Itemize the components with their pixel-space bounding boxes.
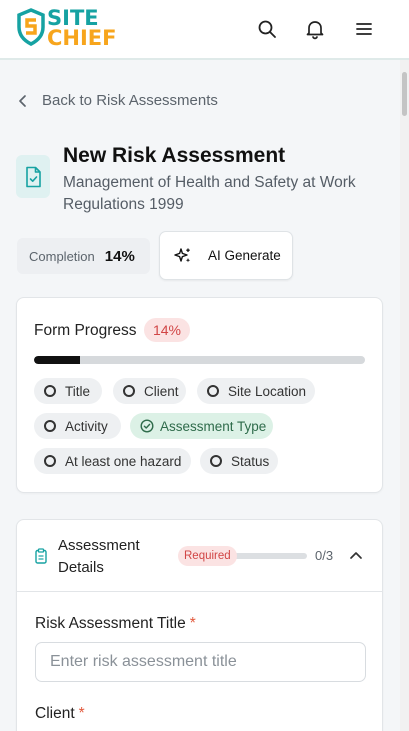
chevron-up-icon[interactable]: [349, 550, 363, 560]
chip-label: Activity: [65, 418, 108, 434]
assessment-details-card: Assessment Details Required 0/3 Risk Ass…: [16, 519, 383, 731]
document-check-icon: [16, 155, 50, 198]
risk-assessment-title-input[interactable]: [35, 642, 366, 682]
required-marker: *: [78, 705, 85, 722]
chip-hazard: At least one hazard: [34, 448, 191, 474]
chip-assessment-type: Assessment Type: [130, 413, 273, 439]
form-progress-title: Form Progress: [34, 322, 137, 339]
chip-title: Title: [34, 378, 102, 404]
ai-generate-button[interactable]: AI Generate: [159, 231, 293, 280]
logo-word-bottom: CHIEF: [47, 26, 117, 50]
assessment-details-header[interactable]: Assessment Details Required 0/3: [17, 520, 382, 592]
clipboard-icon: [35, 548, 47, 564]
completion-indicator: Completion 14%: [17, 238, 150, 274]
back-link-label: Back to Risk Assessments: [42, 92, 218, 109]
form-progress-card: Form Progress 14% Title Client Site Loca…: [16, 297, 383, 493]
menu-icon[interactable]: [352, 17, 376, 41]
client-field-label-text: Client: [35, 705, 75, 722]
ai-generate-label: AI Generate: [208, 248, 281, 263]
chip-label: Title: [65, 383, 91, 399]
page-scrollbar[interactable]: [400, 60, 409, 731]
page-title: New Risk Assessment: [63, 144, 286, 167]
check-circle-icon: [140, 419, 154, 433]
circle-icon: [44, 420, 56, 432]
form-progress-badge: 14%: [144, 318, 190, 342]
bell-icon[interactable]: [303, 17, 327, 41]
scrollbar-thumb[interactable]: [402, 72, 407, 116]
chip-label: Site Location: [228, 383, 307, 399]
circle-icon: [207, 385, 219, 397]
chip-activity: Activity: [34, 413, 121, 439]
assessment-details-title: Assessment Details: [58, 537, 140, 576]
chip-client: Client: [113, 378, 186, 404]
required-badge: Required: [178, 546, 237, 566]
form-progress-bar: [34, 356, 365, 364]
client-field-label: Client *: [35, 705, 85, 723]
chip-label: At least one hazard: [65, 453, 182, 469]
required-marker: *: [189, 615, 196, 632]
app-header: SITE CHIEF: [0, 0, 409, 60]
chip-label: Status: [231, 453, 270, 469]
search-icon[interactable]: [255, 17, 279, 41]
chip-label: Assessment Type: [160, 418, 267, 434]
chip-label: Client: [144, 383, 179, 399]
sparkles-icon: [174, 247, 191, 262]
title-field-label: Risk Assessment Title *: [35, 615, 196, 633]
completion-value: 14%: [104, 247, 135, 265]
details-count: 0/3: [315, 548, 334, 563]
form-progress-bar-fill: [34, 356, 81, 364]
chevron-left-icon: [19, 94, 26, 107]
back-link[interactable]: Back to Risk Assessments: [18, 92, 218, 109]
shield-logo-icon: [17, 8, 45, 46]
circle-icon: [44, 385, 56, 397]
circle-icon: [210, 455, 222, 467]
page-subtitle: Management of Health and Safety at Work …: [63, 174, 356, 213]
site-chief-logo[interactable]: SITE CHIEF: [16, 8, 117, 50]
circle-icon: [123, 385, 135, 397]
details-progress-bar: [228, 553, 307, 559]
circle-icon: [44, 455, 56, 467]
title-field-label-text: Risk Assessment Title: [35, 615, 186, 632]
chip-status: Status: [200, 448, 278, 474]
chip-site-location: Site Location: [197, 378, 315, 404]
completion-label: Completion: [29, 248, 95, 264]
